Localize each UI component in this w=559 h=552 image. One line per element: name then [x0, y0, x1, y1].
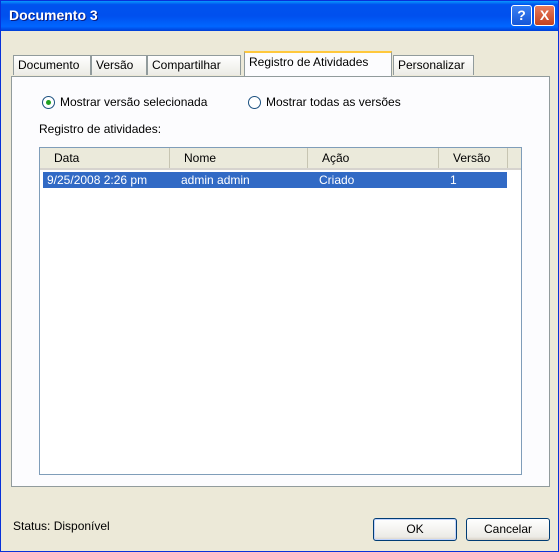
radio-selected-version[interactable]: Mostrar versão selecionada	[42, 95, 207, 109]
radio-selected-version-label: Mostrar versão selecionada	[60, 95, 208, 109]
tab-versao[interactable]: Versão	[91, 55, 147, 75]
activity-log-label: Registro de atividades:	[39, 122, 162, 136]
window-title: Documento 3	[9, 7, 98, 23]
cell-data: 9/25/2008 2:26 pm	[47, 173, 148, 187]
document-dialog: Documento 3 ? X Documento Versão Compart…	[0, 0, 559, 552]
cell-nome: admin admin	[181, 173, 250, 187]
radio-all-versions[interactable]: Mostrar todas as versões	[248, 95, 401, 109]
tab-personalizar[interactable]: Personalizar	[393, 55, 474, 75]
help-button[interactable]: ?	[511, 5, 532, 26]
activity-log-list[interactable]: Data Nome Ação Versão 9/25/2008 2:26 pm …	[39, 147, 522, 475]
column-header-versao[interactable]: Versão	[439, 148, 508, 168]
radio-all-versions-label: Mostrar todas as versões	[266, 95, 401, 109]
ok-button[interactable]: OK	[373, 518, 457, 541]
column-header-data[interactable]: Data	[40, 148, 170, 168]
column-header-acao[interactable]: Ação	[308, 148, 439, 168]
radio-unchecked-icon[interactable]	[248, 95, 261, 109]
title-bar[interactable]: Documento 3 ? X	[1, 1, 558, 31]
cell-acao: Criado	[319, 173, 355, 187]
cell-versao: 1	[450, 173, 457, 187]
tab-registro-de-atividades[interactable]: Registro de Atividades	[244, 51, 392, 76]
close-button[interactable]: X	[534, 5, 555, 26]
cancel-button[interactable]: Cancelar	[466, 518, 550, 541]
list-header: Data Nome Ação Versão	[40, 148, 521, 170]
tab-documento[interactable]: Documento	[13, 55, 91, 75]
status-text: Status: Disponível	[13, 519, 110, 533]
tab-compartilhar[interactable]: Compartilhar	[147, 55, 241, 75]
radio-checked-icon[interactable]	[42, 95, 55, 109]
column-header-nome[interactable]: Nome	[170, 148, 308, 168]
table-row[interactable]: 9/25/2008 2:26 pm admin admin Criado 1	[43, 172, 507, 188]
